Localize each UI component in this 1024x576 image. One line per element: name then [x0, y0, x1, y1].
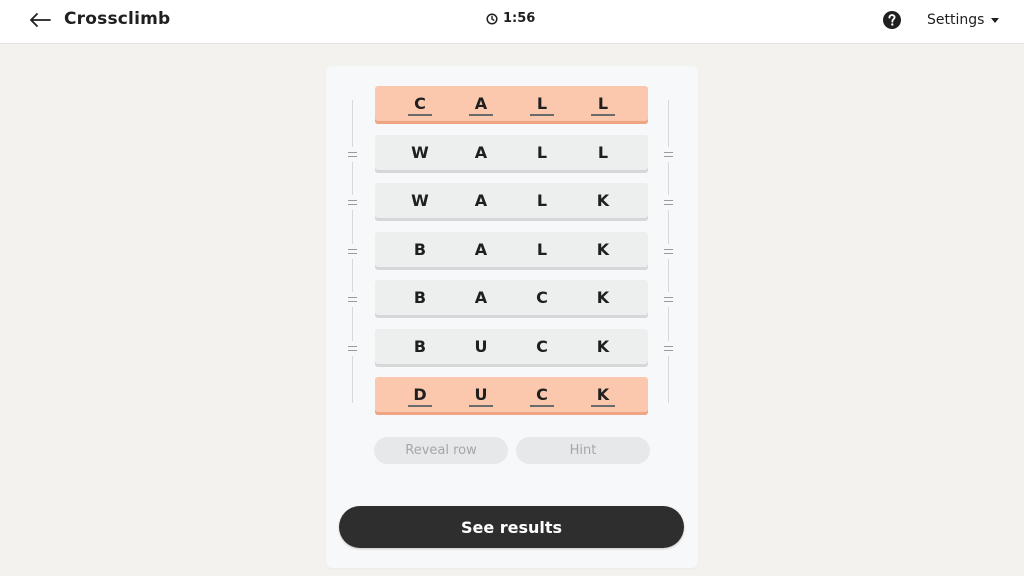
- letter-tile: L: [597, 143, 609, 162]
- word-row[interactable]: WALL: [375, 135, 648, 173]
- clock-icon: [486, 12, 498, 25]
- letter-tile: A: [474, 143, 488, 162]
- letter-tile: W: [411, 191, 429, 210]
- letter-tile: C: [527, 377, 557, 412]
- ladder-rail: [668, 259, 669, 292]
- letter-tile: C: [536, 337, 548, 356]
- drag-handle-right-icon[interactable]: [664, 200, 673, 205]
- letter-tile: L: [527, 86, 557, 121]
- locked-word-row[interactable]: DUCK: [375, 377, 648, 415]
- letter-tile: U: [466, 377, 496, 412]
- letter-tile: U: [474, 337, 488, 356]
- letter-tile: C: [536, 288, 548, 307]
- locked-word-row[interactable]: CALL: [375, 86, 648, 124]
- help-button[interactable]: [882, 10, 902, 30]
- letter-tile: K: [596, 288, 610, 307]
- drag-handle-right-icon[interactable]: [664, 346, 673, 351]
- letter-tile: B: [413, 288, 427, 307]
- top-bar: Crossclimb 1:56 Settings: [0, 0, 1024, 44]
- settings-label: Settings: [927, 12, 985, 28]
- app-title: Crossclimb: [64, 9, 171, 29]
- letter-tile: C: [405, 86, 435, 121]
- see-results-button[interactable]: See results: [339, 506, 684, 548]
- drag-handle-right-icon[interactable]: [664, 249, 673, 254]
- letter-tile: W: [411, 143, 429, 162]
- ladder-rail: [668, 210, 669, 244]
- settings-dropdown[interactable]: Settings: [927, 12, 1000, 28]
- ladder-rail: [668, 356, 669, 403]
- word-row[interactable]: BUCK: [375, 329, 648, 367]
- ladder-rail: [352, 162, 353, 195]
- letter-tile: K: [588, 377, 618, 412]
- drag-handle-left-icon[interactable]: [348, 297, 357, 302]
- letter-tile: B: [413, 337, 427, 356]
- drag-handle-left-icon[interactable]: [348, 152, 357, 157]
- ladder-rail: [668, 100, 669, 147]
- letter-tile: B: [413, 240, 427, 259]
- drag-handle-left-icon[interactable]: [348, 346, 357, 351]
- word-row[interactable]: BACK: [375, 280, 648, 318]
- ladder-rail: [352, 307, 353, 341]
- timer-value: 1:56: [503, 11, 536, 26]
- chevron-down-icon: [991, 18, 1000, 23]
- letter-tile: L: [536, 240, 548, 259]
- game-board: CALLWALLWALKBALKBACKBUCKDUCK Reveal row …: [326, 66, 698, 568]
- letter-tile: L: [536, 143, 548, 162]
- back-button[interactable]: [26, 8, 54, 32]
- letter-tile: A: [474, 240, 488, 259]
- word-row[interactable]: WALK: [375, 183, 648, 221]
- question-circle-icon: [883, 11, 901, 29]
- hint-button[interactable]: Hint: [516, 437, 650, 464]
- drag-handle-right-icon[interactable]: [664, 152, 673, 157]
- letter-tile: D: [405, 377, 435, 412]
- letter-tile: A: [474, 191, 488, 210]
- timer: 1:56: [486, 11, 535, 26]
- arrow-left-icon: [30, 13, 51, 27]
- ladder-rail: [352, 100, 353, 147]
- letter-tile: K: [596, 191, 610, 210]
- word-row[interactable]: BALK: [375, 232, 648, 270]
- drag-handle-right-icon[interactable]: [664, 297, 673, 302]
- ladder-rail: [352, 210, 353, 244]
- ladder-rail: [352, 259, 353, 292]
- ladder-rail: [352, 356, 353, 403]
- drag-handle-left-icon[interactable]: [348, 200, 357, 205]
- letter-tile: L: [536, 191, 548, 210]
- letter-tile: A: [466, 86, 496, 121]
- letter-tile: L: [588, 86, 618, 121]
- reveal-row-button[interactable]: Reveal row: [374, 437, 508, 464]
- letter-tile: K: [596, 240, 610, 259]
- letter-tile: K: [596, 337, 610, 356]
- drag-handle-left-icon[interactable]: [348, 249, 357, 254]
- ladder-rail: [668, 307, 669, 341]
- ladder-rail: [668, 162, 669, 195]
- letter-tile: A: [474, 288, 488, 307]
